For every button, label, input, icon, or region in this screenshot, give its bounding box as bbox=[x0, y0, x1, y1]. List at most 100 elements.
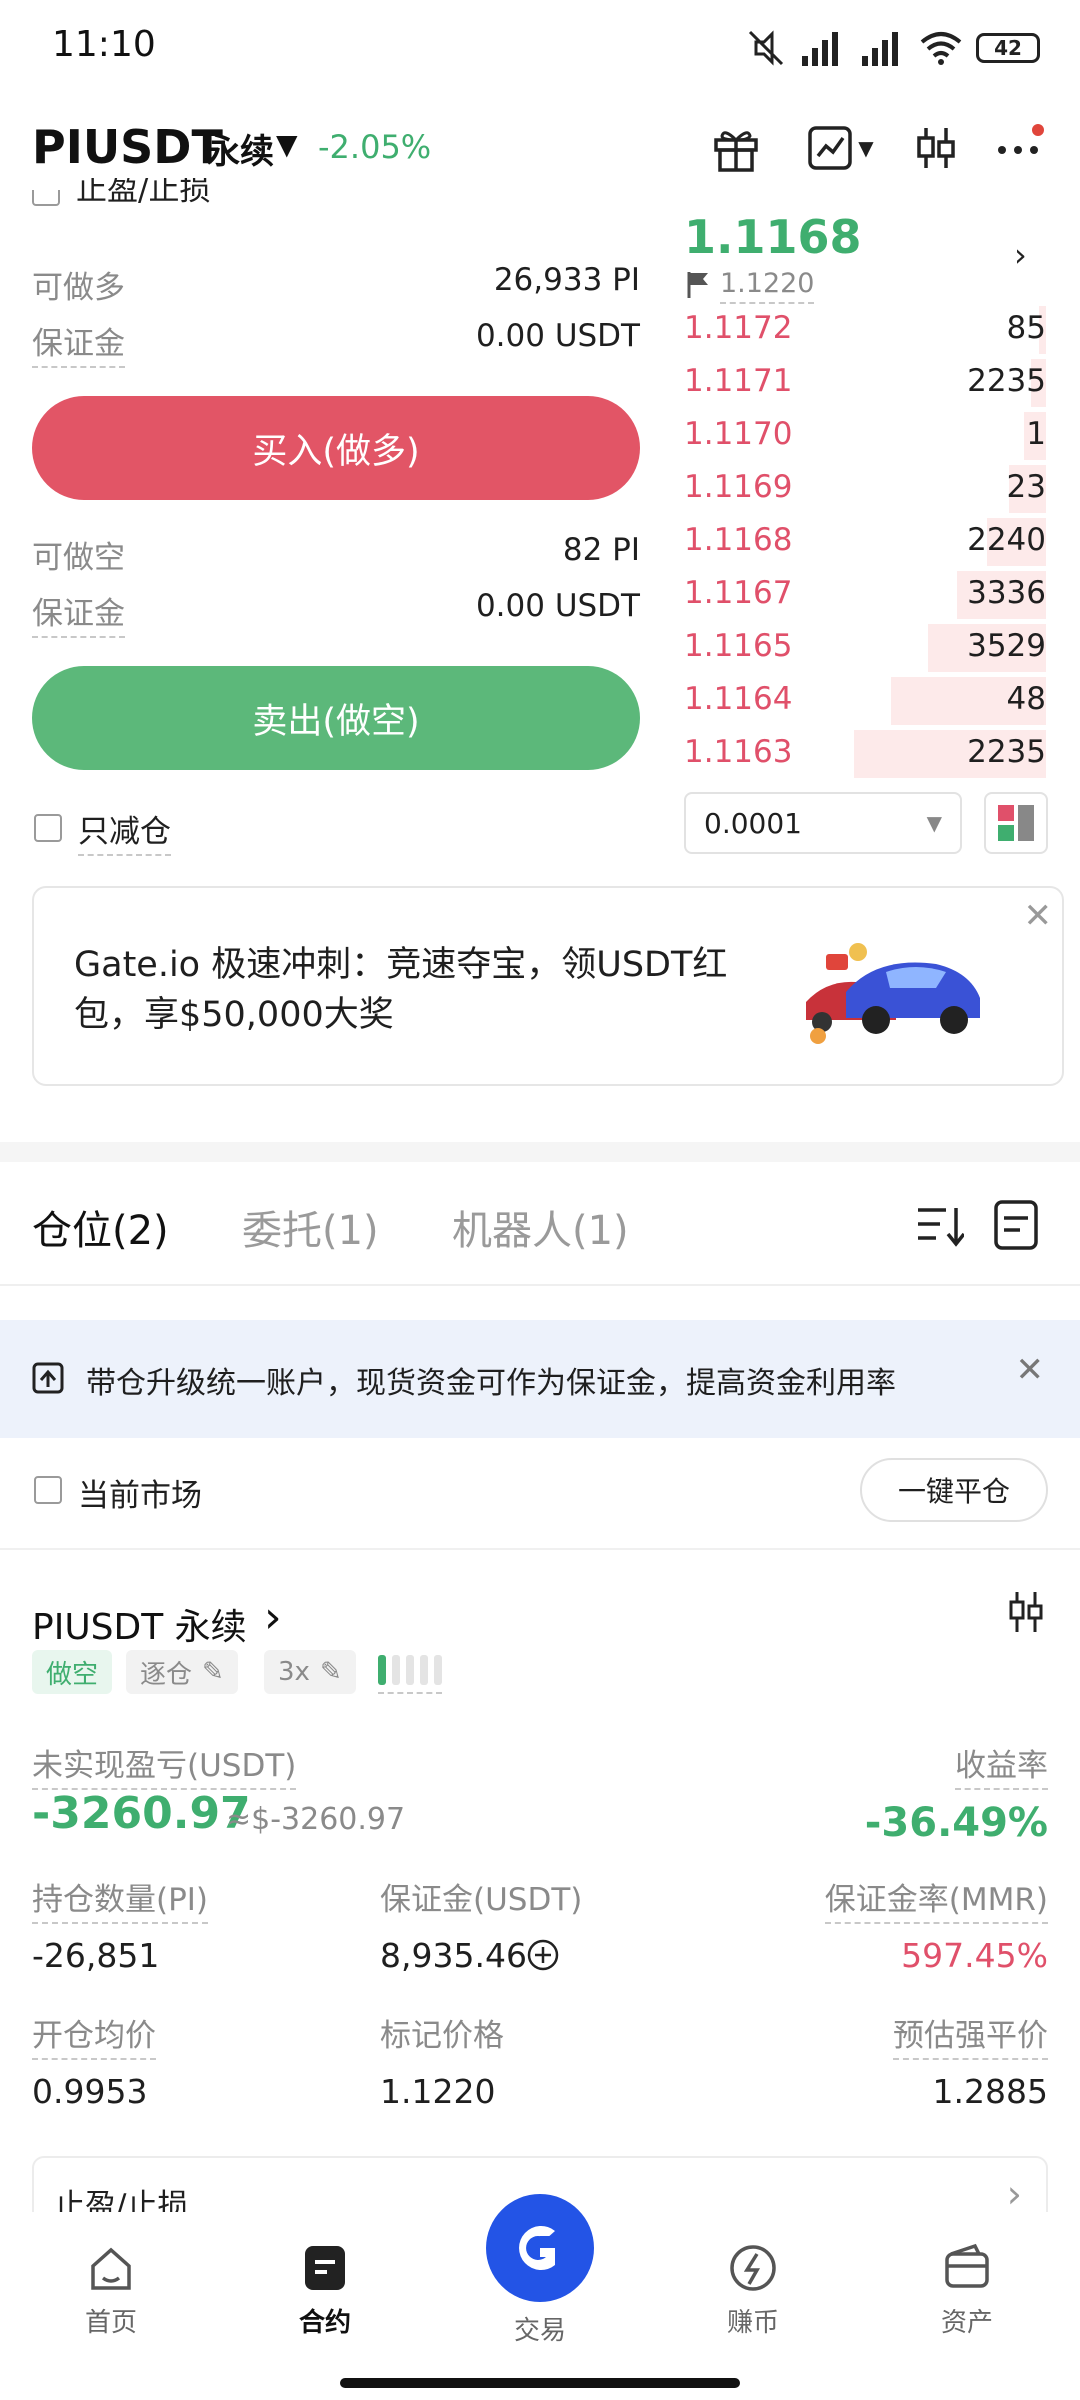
current-market-label[interactable]: 当前市场 bbox=[78, 1470, 202, 1515]
ask-price[interactable]: 1.1168 bbox=[684, 522, 792, 558]
gift-icon[interactable] bbox=[708, 120, 764, 176]
leverage-tag[interactable]: 3x ✎ bbox=[264, 1650, 356, 1694]
entry-price-label: 开仓均价 bbox=[32, 2010, 156, 2060]
risk-level-segment bbox=[434, 1654, 442, 1685]
futures-icon bbox=[305, 2246, 345, 2290]
more-icon[interactable] bbox=[992, 120, 1048, 176]
mute-icon bbox=[748, 30, 784, 66]
ask-price[interactable]: 1.1164 bbox=[684, 681, 792, 717]
chart-icon[interactable]: ▼ bbox=[800, 120, 880, 176]
chevron-right-icon: › bbox=[1006, 2172, 1022, 2216]
buy-long-button[interactable]: 买入(做多) bbox=[32, 396, 640, 500]
promo-text: Gate.io 极速冲刺：竞速夺宝，领USDT红包，享$50,000大奖 bbox=[74, 945, 728, 1035]
ask-qty[interactable]: 23 bbox=[1007, 469, 1046, 505]
position-title[interactable]: PIUSDT 永续 bbox=[32, 1598, 247, 1650]
ask-qty[interactable]: 2235 bbox=[967, 363, 1046, 399]
tpsl-checkbox[interactable] bbox=[32, 190, 62, 214]
order-history-icon[interactable] bbox=[992, 1200, 1040, 1256]
caret-down-icon: ▼ bbox=[926, 811, 942, 835]
short-margin-label: 保证金 bbox=[32, 588, 125, 638]
margin-value: 8,935.46 bbox=[380, 1936, 527, 1975]
wifi-icon bbox=[920, 32, 962, 65]
nav-futures[interactable]: 合约 bbox=[250, 2242, 400, 2339]
roe-value: -36.49% bbox=[864, 1800, 1048, 1846]
caret-down-icon[interactable]: ▼ bbox=[276, 128, 298, 161]
pair-name[interactable]: PIUSDT bbox=[32, 120, 223, 174]
edit-icon: ✎ bbox=[202, 1657, 224, 1687]
nav-earn-label: 赚币 bbox=[726, 2308, 779, 2338]
nav-home[interactable]: 首页 bbox=[36, 2242, 186, 2339]
nav-trade[interactable]: 交易 bbox=[465, 2194, 615, 2347]
chevron-right-icon[interactable]: › bbox=[1014, 236, 1027, 274]
ask-qty[interactable]: 48 bbox=[1007, 681, 1046, 717]
ask-qty[interactable]: 85 bbox=[1007, 310, 1046, 346]
promo-banner[interactable]: Gate.io 极速冲刺：竞速夺宝，领USDT红包，享$50,000大奖 ✕ bbox=[32, 886, 1064, 1086]
tab-positions[interactable]: 仓位(2) bbox=[32, 1198, 169, 1256]
section-divider bbox=[0, 1142, 1080, 1162]
entry-price-value: 0.9953 bbox=[32, 2072, 148, 2111]
close-icon[interactable]: ✕ bbox=[1016, 1350, 1045, 1390]
nav-trade-label: 交易 bbox=[513, 2316, 566, 2346]
ask-price[interactable]: 1.1172 bbox=[684, 310, 792, 346]
ask-price[interactable]: 1.1167 bbox=[684, 575, 792, 611]
risk-level-segment bbox=[420, 1654, 428, 1685]
ask-qty[interactable]: 3336 bbox=[967, 575, 1046, 611]
wallet-icon bbox=[945, 2243, 989, 2288]
ask-price[interactable]: 1.1163 bbox=[684, 734, 792, 770]
candlestick-icon[interactable] bbox=[908, 120, 964, 176]
nav-assets[interactable]: 资产 bbox=[892, 2242, 1042, 2339]
orderbook-layout-button[interactable] bbox=[984, 792, 1048, 854]
short-available-value: 82 PI bbox=[562, 532, 640, 568]
ask-qty[interactable]: 2240 bbox=[967, 522, 1046, 558]
status-time: 11:10 bbox=[52, 24, 156, 65]
precision-select[interactable]: 0.0001 ▼ bbox=[684, 792, 962, 854]
tab-bots[interactable]: 机器人(1) bbox=[452, 1198, 629, 1256]
long-available-label: 可做多 bbox=[32, 270, 125, 306]
long-margin-value: 0.00 USDT bbox=[475, 318, 640, 354]
chevron-right-icon[interactable]: › bbox=[264, 1592, 282, 1643]
close-icon[interactable]: ✕ bbox=[1024, 896, 1053, 936]
race-car-image bbox=[786, 932, 986, 1052]
mark-price-value: 1.1220 bbox=[380, 2072, 496, 2111]
ask-price[interactable]: 1.1170 bbox=[684, 416, 792, 452]
tab-divider bbox=[0, 1284, 1080, 1286]
mmr-label: 保证金率(MMR) bbox=[824, 1874, 1048, 1924]
ask-qty[interactable]: 3529 bbox=[967, 628, 1046, 664]
ask-price[interactable]: 1.1169 bbox=[684, 469, 792, 505]
ask-qty[interactable]: 2235 bbox=[967, 734, 1046, 770]
ask-qty[interactable]: 1 bbox=[1026, 416, 1046, 452]
nav-futures-label: 合约 bbox=[298, 2308, 351, 2338]
pair-type[interactable]: 永续 bbox=[206, 124, 274, 173]
ask-price[interactable]: 1.1165 bbox=[684, 628, 792, 664]
precision-value: 0.0001 bbox=[704, 806, 802, 840]
nav-earn[interactable]: 赚币 bbox=[678, 2242, 828, 2339]
unrealized-pnl-label: 未实现盈亏(USDT) bbox=[32, 1740, 297, 1790]
home-icon bbox=[91, 2247, 131, 2290]
sell-short-button[interactable]: 卖出(做空) bbox=[32, 666, 640, 770]
side-tag: 做空 bbox=[32, 1650, 113, 1694]
signal-icon bbox=[802, 32, 838, 66]
risk-level-meter[interactable] bbox=[378, 1650, 442, 1694]
liq-price-label: 预估强平价 bbox=[893, 2010, 1048, 2060]
long-margin-label: 保证金 bbox=[32, 318, 125, 368]
nav-assets-label: 资产 bbox=[940, 2308, 993, 2338]
reduce-only-checkbox[interactable] bbox=[34, 814, 62, 842]
reduce-only-label[interactable]: 只减仓 bbox=[78, 806, 171, 856]
mark-price: 1.1220 bbox=[720, 268, 815, 304]
filter-divider bbox=[0, 1548, 1080, 1550]
status-icons: 42 bbox=[746, 26, 1040, 70]
margin-mode-tag[interactable]: 逐仓 ✎ bbox=[126, 1650, 238, 1694]
tab-orders[interactable]: 委托(1) bbox=[242, 1198, 379, 1256]
risk-level-segment bbox=[406, 1654, 414, 1685]
size-value: -26,851 bbox=[32, 1936, 160, 1975]
sort-icon[interactable] bbox=[916, 1204, 966, 1252]
add-margin-icon[interactable] bbox=[526, 1938, 560, 1976]
current-market-checkbox[interactable] bbox=[34, 1476, 62, 1504]
notice-bar[interactable]: 带仓升级统一账户，现货资金可作为保证金，提高资金利用率 ✕ bbox=[0, 1320, 1080, 1438]
close-all-button[interactable]: 一键平仓 bbox=[860, 1458, 1048, 1522]
risk-level-segment bbox=[378, 1654, 386, 1685]
candlestick-icon[interactable] bbox=[1006, 1590, 1046, 1638]
ask-price[interactable]: 1.1171 bbox=[684, 363, 792, 399]
last-price: 1.1168 bbox=[684, 210, 862, 264]
tpsl-label: 止盈/止损 bbox=[76, 178, 211, 208]
